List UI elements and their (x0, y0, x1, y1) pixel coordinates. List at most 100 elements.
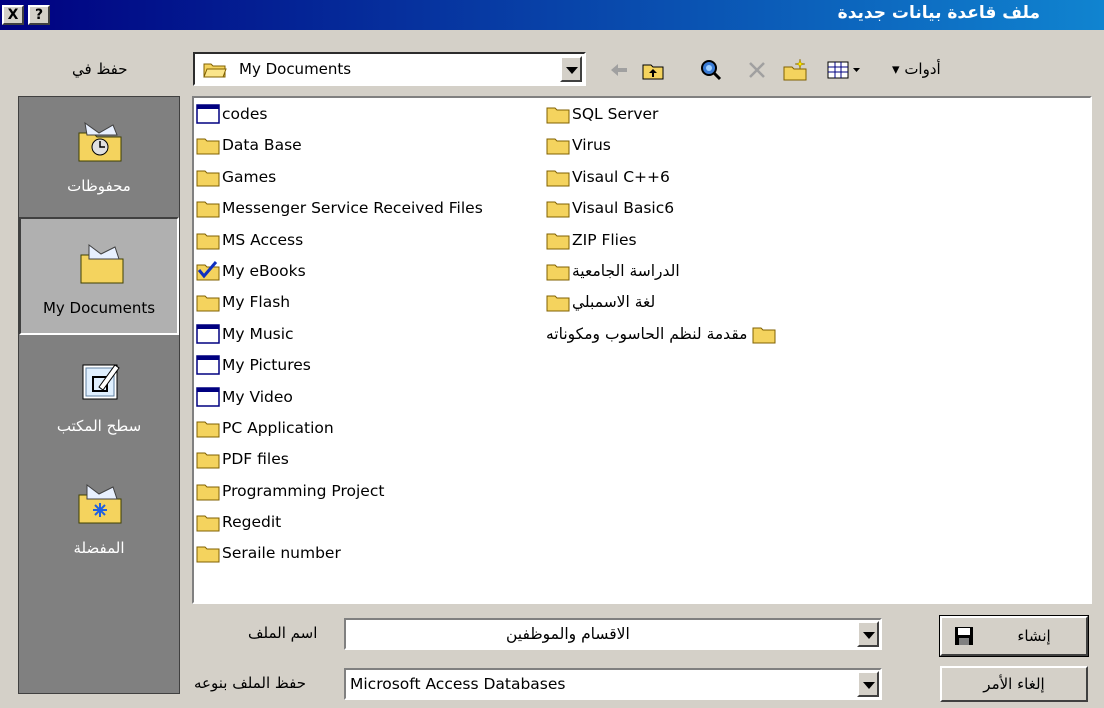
list-item[interactable]: لغة الاسمبلي (546, 292, 778, 323)
item-name: مقدمة لنظم الحاسوب ومكوناته (546, 324, 748, 343)
item-name: Games (222, 167, 277, 186)
list-item[interactable]: Visaul Basic6 (546, 198, 778, 229)
item-name: لغة الاسمبلي (572, 293, 656, 312)
folder-icon (546, 295, 570, 312)
list-item[interactable]: Visaul C++6 (546, 167, 778, 198)
list-item[interactable]: My eBooks (196, 260, 483, 292)
window-folder-icon (196, 355, 220, 375)
title-bar: X ? ملف قاعدة بيانات جديدة (0, 0, 1104, 30)
folder-icon (546, 264, 570, 281)
folder-icon (546, 107, 570, 124)
list-item[interactable]: MS Access (196, 230, 483, 261)
list-item[interactable]: Virus (546, 135, 778, 166)
create-button-label: إنشاء (1017, 627, 1051, 645)
cancel-button-label: إلغاء الأمر (983, 675, 1045, 693)
folder-icon (196, 295, 220, 312)
list-item[interactable]: My Music (196, 323, 483, 355)
place-label: My Documents (42, 299, 156, 317)
folder-icon (196, 452, 220, 469)
save-in-label: حفظ في (72, 60, 128, 78)
item-name: Seraile number (222, 544, 341, 563)
delete-icon[interactable] (744, 58, 770, 82)
list-item[interactable]: Regedit (196, 512, 483, 543)
file-column-left: codes Data Base Games Messenger Service … (196, 104, 483, 575)
folder-icon (196, 233, 220, 250)
folder-icon (546, 170, 570, 187)
close-button[interactable]: X (2, 5, 24, 25)
desktop-icon (82, 364, 120, 400)
file-name-dropdown-button[interactable] (857, 621, 879, 647)
tools-menu[interactable]: أدوات ▾ (892, 60, 941, 78)
folder-icon (196, 421, 220, 438)
item-name: Regedit (222, 513, 282, 532)
item-name: Virus (572, 136, 611, 155)
folder-icon (196, 515, 220, 532)
file-name-field[interactable]: الاقسام والموظفين (344, 618, 882, 650)
file-list[interactable]: codes Data Base Games Messenger Service … (192, 96, 1092, 604)
item-name: My Music (222, 324, 294, 343)
places-bar: محفوظات My Documents سطح المكتب المفضلة (18, 96, 180, 694)
item-name: MS Access (222, 230, 304, 249)
views-icon[interactable] (826, 58, 860, 82)
save-in-dropdown-button[interactable] (560, 56, 582, 82)
cancel-button[interactable]: إلغاء الأمر (940, 666, 1088, 702)
list-item[interactable]: My Video (196, 386, 483, 418)
list-item[interactable]: Games (196, 167, 483, 198)
file-column-right: SQL Server Virus Visaul C++6 Visaul Basi… (546, 104, 778, 355)
save-in-combo[interactable]: My Documents (193, 52, 586, 86)
new-folder-icon[interactable] (782, 58, 808, 82)
file-type-dropdown-button[interactable] (857, 671, 879, 697)
save-disk-icon (955, 627, 973, 645)
window-folder-icon (196, 104, 220, 124)
file-type-label: حفظ الملف بنوعه (194, 674, 306, 692)
back-icon[interactable] (606, 58, 632, 82)
list-item[interactable]: Programming Project (196, 481, 483, 512)
favorites-icon (78, 484, 122, 524)
list-item[interactable]: الدراسة الجامعية (546, 261, 778, 292)
file-type-value: Microsoft Access Databases (350, 675, 566, 693)
folder-icon (196, 546, 220, 563)
history-icon (78, 121, 122, 162)
list-item[interactable]: Messenger Service Received Files (196, 198, 483, 229)
folder-icon (752, 327, 776, 344)
folder-icon (196, 201, 220, 218)
folder-icon (196, 484, 220, 501)
list-item[interactable]: Data Base (196, 135, 483, 166)
list-item[interactable]: ZIP Flies (546, 230, 778, 261)
up-folder-icon[interactable] (640, 58, 666, 82)
list-item[interactable]: My Pictures (196, 355, 483, 386)
place-label: محفوظات (67, 177, 131, 195)
file-type-select[interactable]: Microsoft Access Databases (344, 668, 882, 700)
item-name: My Flash (222, 293, 291, 312)
place-favorites[interactable]: المفضلة (19, 459, 179, 577)
list-item[interactable]: SQL Server (546, 104, 778, 135)
help-button[interactable]: ? (28, 5, 50, 25)
list-item[interactable]: codes (196, 104, 483, 135)
place-my-documents[interactable]: My Documents (19, 217, 179, 335)
place-label: المفضلة (73, 539, 125, 557)
item-name: Visaul Basic6 (572, 199, 675, 218)
list-item[interactable]: مقدمة لنظم الحاسوب ومكوناته (546, 324, 778, 355)
tools-menu-label: أدوات (904, 60, 941, 78)
folder-icon (546, 138, 570, 155)
window-folder-icon (196, 386, 220, 407)
search-web-icon[interactable] (698, 58, 724, 82)
create-button[interactable]: إنشاء (939, 615, 1089, 657)
file-name-label: اسم الملف (248, 624, 318, 642)
window-folder-icon (196, 323, 220, 344)
item-name: Visaul C++6 (572, 167, 670, 186)
folder-icon (196, 170, 220, 187)
folder-icon (546, 201, 570, 218)
item-name: codes (222, 105, 268, 123)
window-title: ملف قاعدة بيانات جديدة (837, 3, 1040, 23)
list-item[interactable]: PDF files (196, 449, 483, 480)
open-folder-icon (203, 63, 227, 78)
list-item[interactable]: PC Application (196, 418, 483, 449)
item-name: My eBooks (222, 261, 306, 280)
item-name: Programming Project (222, 481, 385, 500)
place-history[interactable]: محفوظات (19, 97, 179, 215)
list-item[interactable]: My Flash (196, 292, 483, 323)
list-item[interactable]: Seraile number (196, 543, 483, 574)
place-desktop[interactable]: سطح المكتب (19, 337, 179, 455)
folder-icon (546, 233, 570, 250)
